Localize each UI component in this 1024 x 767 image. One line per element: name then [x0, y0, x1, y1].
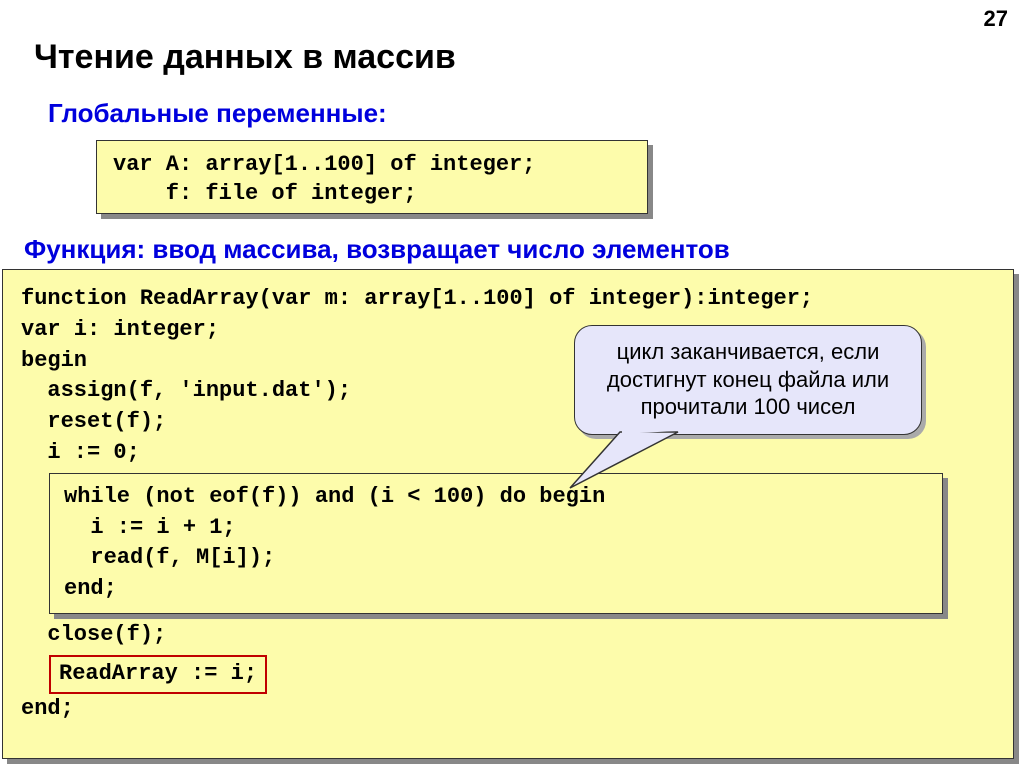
- code-line: end;: [21, 694, 995, 725]
- subtitle-function: Функция: ввод массива, возвращает число …: [24, 234, 730, 265]
- code-line: i := 0;: [21, 438, 995, 469]
- page-number: 27: [984, 6, 1008, 32]
- code-line: end;: [64, 574, 928, 605]
- code-line: read(f, M[i]);: [64, 543, 928, 574]
- code-line: close(f);: [21, 620, 995, 651]
- subtitle-globals: Глобальные переменные:: [48, 98, 387, 129]
- slide-title: Чтение данных в массив: [34, 38, 456, 77]
- code-line: ReadArray := i;: [59, 661, 257, 686]
- code-line: while (not eof(f)) and (i < 100) do begi…: [64, 482, 928, 513]
- code-line: i := i + 1;: [64, 513, 928, 544]
- code-line: function ReadArray(var m: array[1..100] …: [21, 284, 995, 315]
- callout-bubble: цикл заканчивается, если достигнут конец…: [574, 325, 922, 435]
- globals-code-box: var A: array[1..100] of integer; f: file…: [96, 140, 648, 214]
- inner-code-box: while (not eof(f)) and (i < 100) do begi…: [49, 473, 943, 614]
- highlight-box: ReadArray := i;: [49, 655, 267, 694]
